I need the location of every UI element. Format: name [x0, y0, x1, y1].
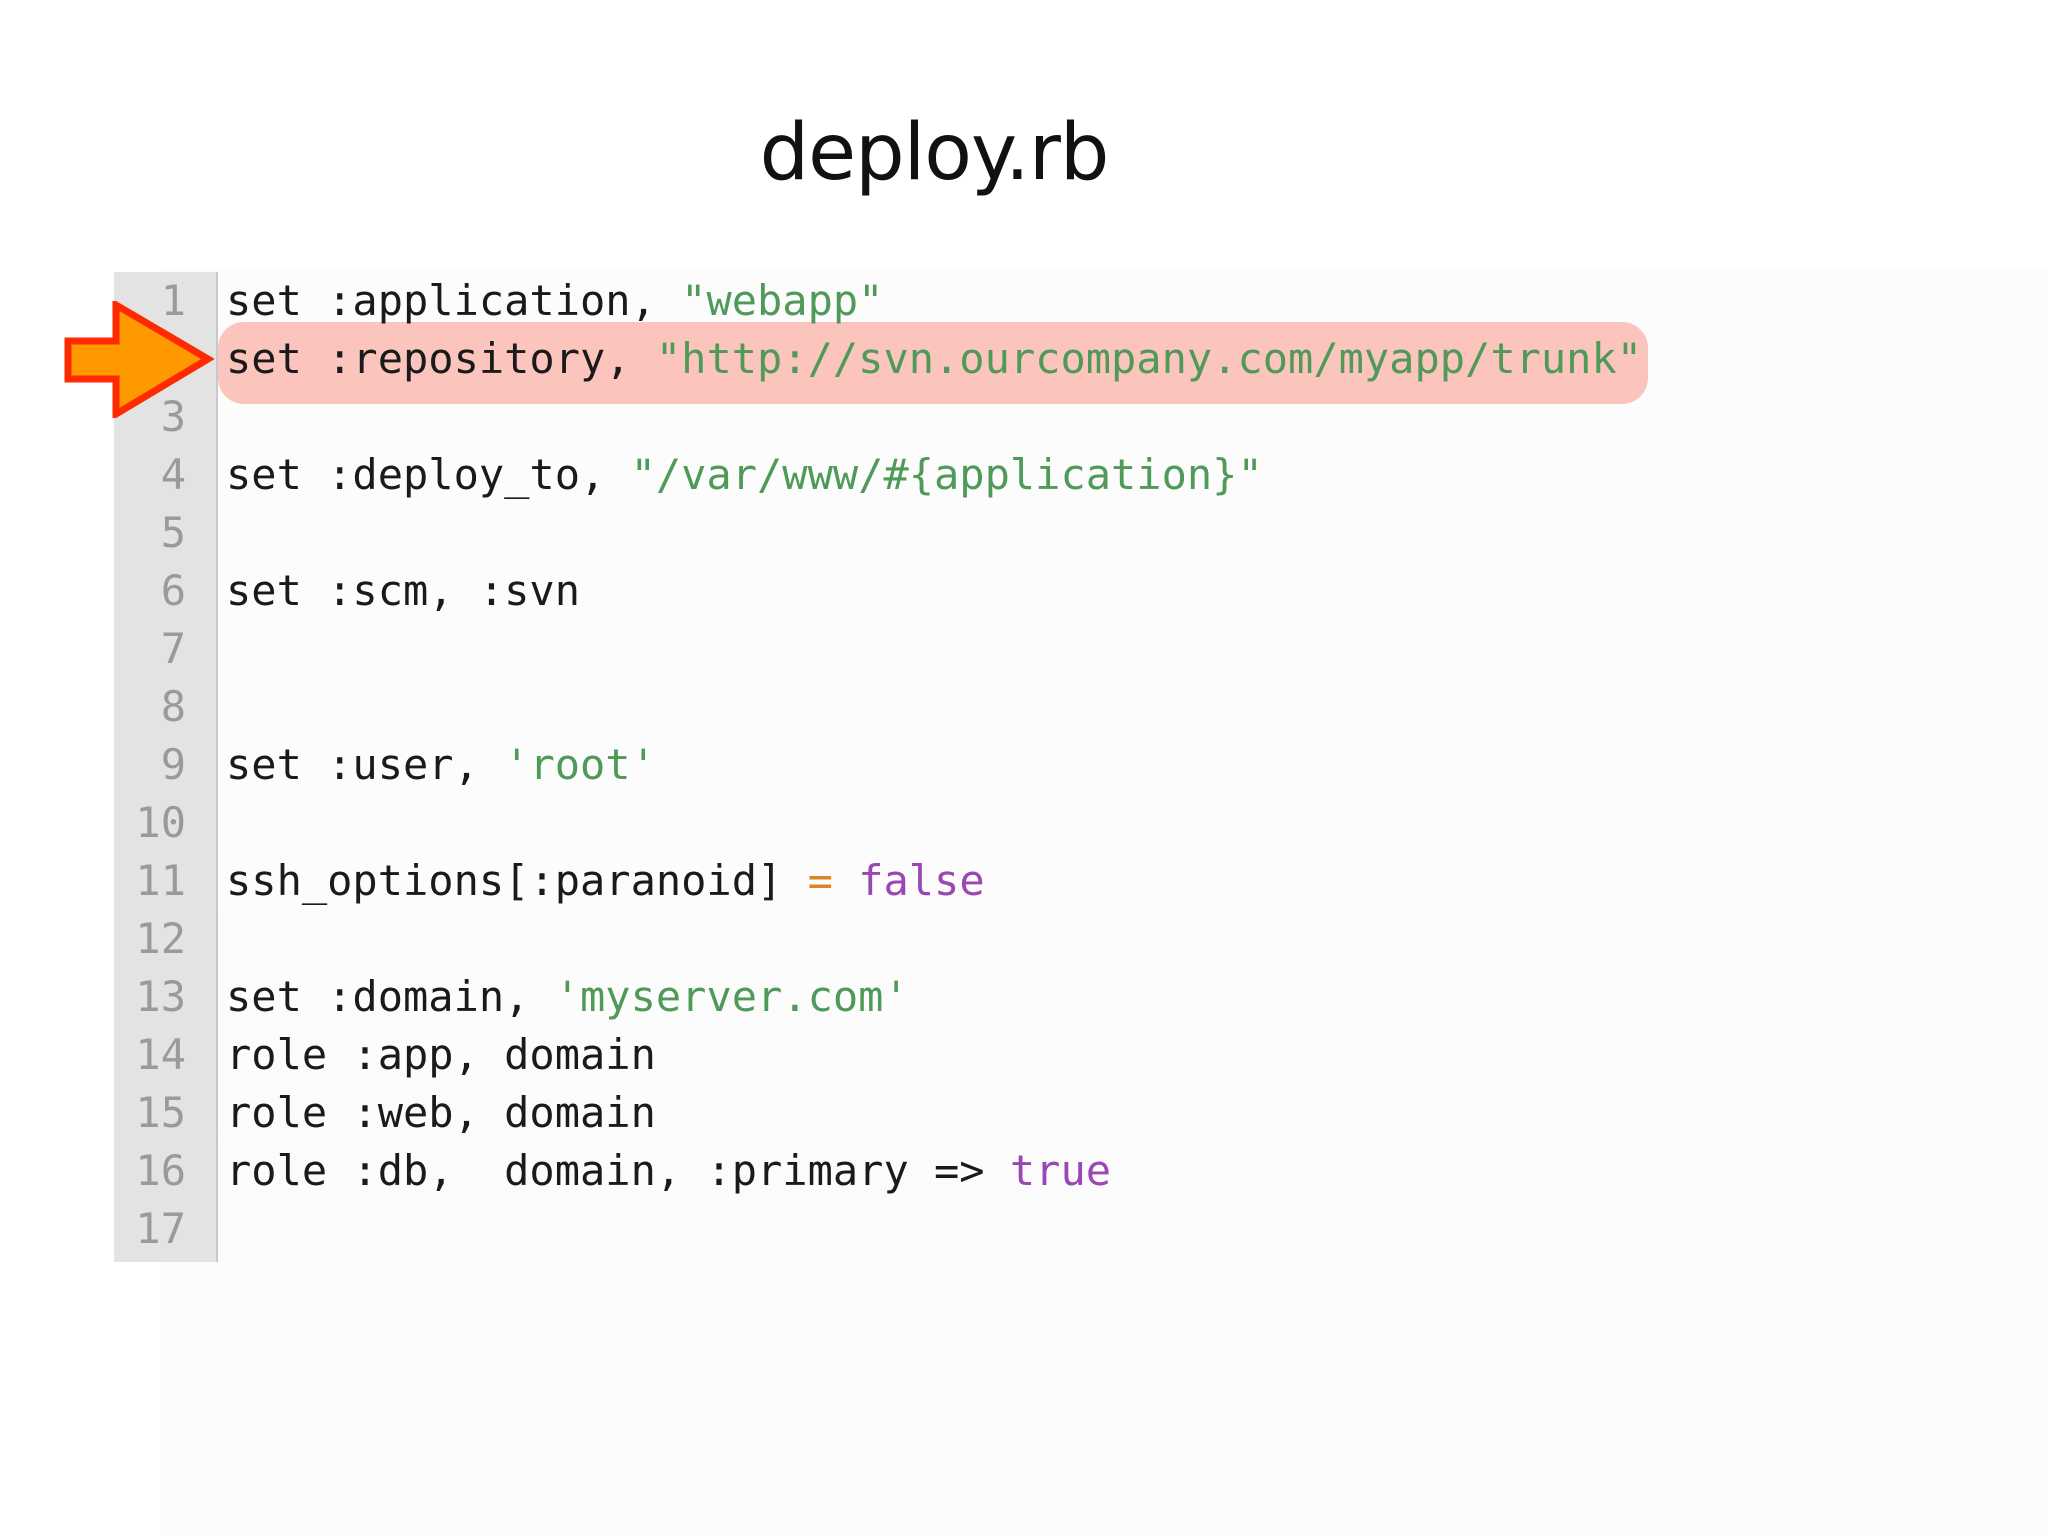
code-block: set :application, "webapp" set :reposito… [226, 272, 1642, 1258]
code-text: set :repository, [226, 334, 656, 383]
line-number: 12 [135, 914, 186, 963]
code-line-15: role :web, domain [226, 1084, 1642, 1142]
code-line-13: set :domain, 'myserver.com' [226, 968, 1642, 1026]
string-literal: "/var/www/#{application}" [630, 450, 1263, 499]
code-text: role :web, domain [226, 1088, 656, 1137]
arrow-right-icon [64, 301, 214, 418]
code-line-11: ssh_options[:paranoid] = false [226, 852, 1642, 910]
string-literal: "http://svn.ourcompany.com/myapp/trunk" [655, 334, 1643, 383]
line-number: 6 [160, 566, 186, 615]
code-line-6: set :scm, :svn [226, 562, 1642, 620]
keyword-literal: false [858, 856, 985, 905]
code-line-9: set :user, 'root' [226, 736, 1642, 794]
code-text: set :application, [226, 276, 682, 325]
string-literal: 'root' [504, 740, 656, 789]
code-text: role :db, domain, :primary => [226, 1146, 1010, 1195]
code-line-1: set :application, "webapp" [226, 272, 1642, 330]
line-number: 10 [135, 798, 186, 847]
line-number: 8 [160, 682, 186, 731]
line-number: 5 [160, 508, 186, 557]
code-text: set :deploy_to, [226, 450, 631, 499]
line-number: 4 [160, 450, 186, 499]
code-text: set :domain, [226, 972, 555, 1021]
line-number: 13 [135, 972, 186, 1021]
code-line-4: set :deploy_to, "/var/www/#{application}… [226, 446, 1642, 504]
code-text: role :app, domain [226, 1030, 656, 1079]
line-number: 16 [135, 1146, 186, 1195]
code-line-2: set :repository, "http://svn.ourcompany.… [226, 330, 1642, 388]
code-line-16: role :db, domain, :primary => true [226, 1142, 1642, 1200]
line-number: 15 [135, 1088, 186, 1137]
code-text: ssh_options[:paranoid] [226, 856, 808, 905]
string-literal: "webapp" [681, 276, 884, 325]
keyword-literal: true [1009, 1146, 1112, 1195]
line-number: 14 [135, 1030, 186, 1079]
code-line-14: role :app, domain [226, 1026, 1642, 1084]
line-number: 17 [135, 1204, 186, 1253]
code-text: set :scm, :svn [226, 566, 581, 615]
code-text: set :user, [226, 740, 505, 789]
string-literal: 'myserver.com' [554, 972, 909, 1021]
line-number: 11 [135, 856, 186, 905]
line-number: 9 [160, 740, 186, 789]
slide-title: deploy.rb [759, 108, 1110, 198]
line-number: 7 [160, 624, 186, 673]
line-numbers: 1 2 3 4 5 6 7 8 9 10 11 12 13 14 15 16 1… [114, 272, 186, 1258]
operator: = [807, 856, 833, 905]
